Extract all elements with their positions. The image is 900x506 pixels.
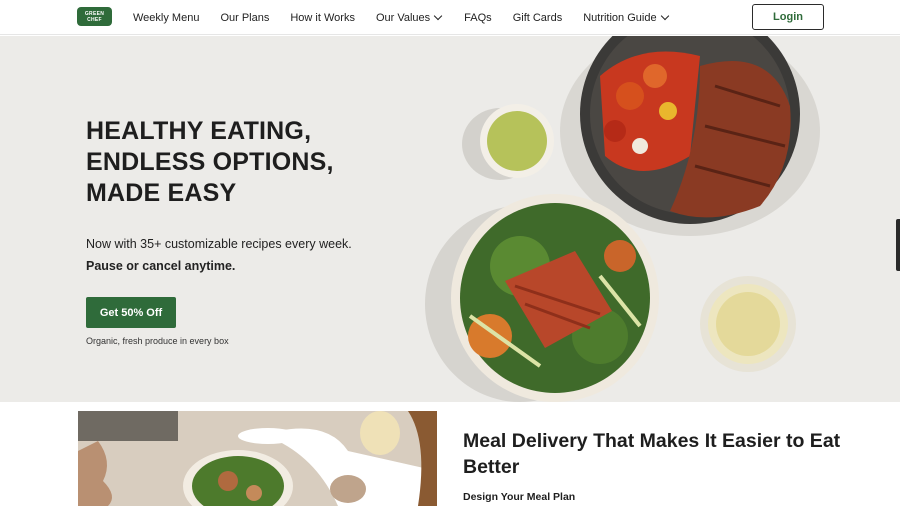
hero-title-line: MADE EASY (86, 179, 237, 207)
nav-item-gift-cards[interactable]: Gift Cards (513, 12, 563, 24)
side-scroll-tab[interactable] (896, 219, 900, 271)
nav-item-label: Our Values (375, 11, 431, 24)
green-chef-logo[interactable]: GREEN CHEF (77, 7, 112, 26)
nav-item-label: Weekly Menu (133, 11, 200, 24)
chevron-down-icon (433, 11, 443, 20)
chevron-down-icon (660, 11, 669, 20)
nav-item-our-plans[interactable]: Our Plans (220, 12, 269, 24)
hero-food-image (425, 36, 820, 402)
nav-item-faqs[interactable]: FAQs (464, 12, 492, 24)
nav-item-nutrition-guide[interactable]: Nutrition Guide (583, 11, 669, 24)
meal-table-illustration (78, 411, 437, 506)
nav-item-label: How it Works (290, 11, 355, 24)
vase (360, 411, 400, 455)
nav-item-weekly-menu[interactable]: Weekly Menu (133, 12, 199, 24)
nav-item-label: FAQs (464, 11, 492, 24)
nav-item-label: Gift Cards (512, 11, 563, 24)
hero-note: Organic, fresh produce in every box (86, 336, 229, 346)
hero-subtitle-bold: Pause or cancel anytime. (86, 259, 236, 273)
glass (330, 475, 366, 503)
nav-item-our-values[interactable]: Our Values (375, 11, 443, 24)
logo-text-line2: CHEF (87, 16, 102, 23)
meal-table-image (78, 411, 437, 506)
section-title: Meal Delivery That Makes It Easier to Ea… (463, 430, 841, 478)
hero-subtitle: Now with 35+ customizable recipes every … (86, 237, 352, 251)
section-subtitle: Design Your Meal Plan (463, 491, 576, 503)
top-navigation: GREEN CHEF Weekly Menu Our Plans How it … (0, 0, 900, 35)
get-offer-button[interactable]: Get 50% Off (86, 297, 176, 328)
nav-links: Weekly Menu Our Plans How it Works Our V… (133, 0, 689, 35)
hero-title-line: HEALTHY EATING, (86, 117, 312, 145)
nav-item-label: Nutrition Guide (583, 11, 657, 24)
nav-item-label: Our Plans (220, 11, 270, 24)
hero-title: HEALTHY EATING, ENDLESS OPTIONS, MADE EA… (86, 116, 406, 209)
login-button[interactable]: Login (752, 4, 824, 30)
hero-section: HEALTHY EATING, ENDLESS OPTIONS, MADE EA… (0, 36, 900, 402)
hero-title-line: ENDLESS OPTIONS, (86, 148, 334, 176)
nav-item-how-it-works[interactable]: How it Works (290, 12, 355, 24)
